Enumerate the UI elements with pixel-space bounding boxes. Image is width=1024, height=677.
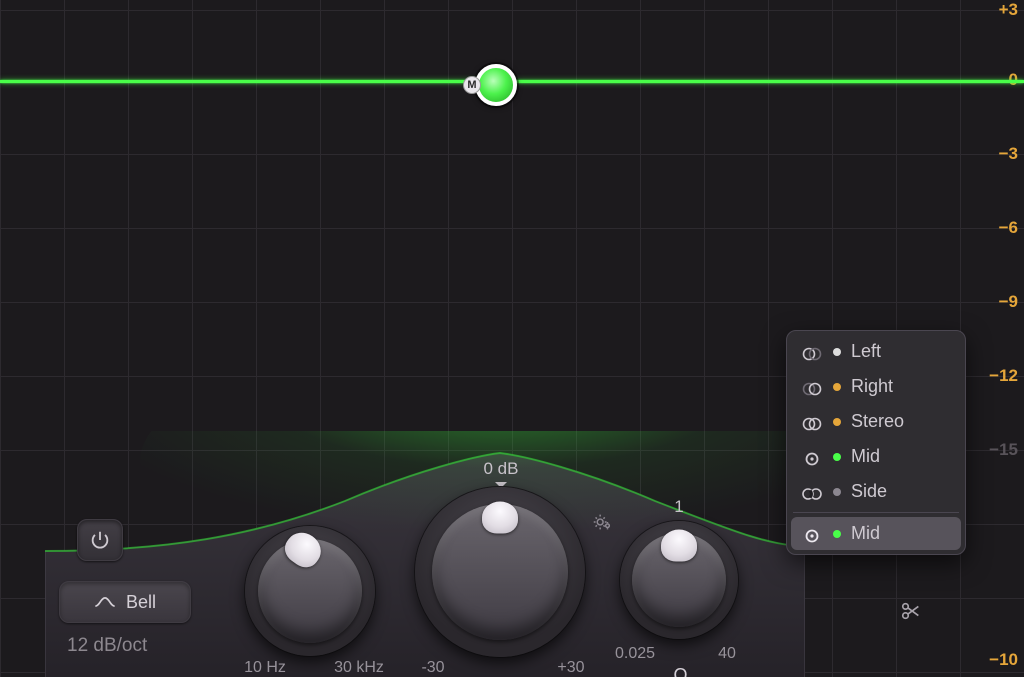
db-label-minus9: −9 bbox=[999, 292, 1018, 312]
db-label-plus3: +3 bbox=[999, 0, 1018, 20]
band-slope-label: 12 dB/oct bbox=[67, 635, 147, 657]
dot-icon bbox=[833, 383, 841, 391]
dot-icon bbox=[833, 453, 841, 461]
db-label-minus12: −12 bbox=[989, 366, 1018, 386]
gear-icon bbox=[591, 511, 613, 533]
q-title: Q bbox=[673, 665, 688, 677]
bell-shape-icon bbox=[94, 591, 116, 613]
freq-max-label: 30 kHz bbox=[334, 659, 384, 677]
db-label-minus15: −15 bbox=[989, 440, 1018, 460]
band-handle[interactable]: M bbox=[475, 64, 517, 106]
q-max-label: 40 bbox=[718, 645, 736, 663]
mid-icon bbox=[801, 527, 823, 541]
scissors-icon bbox=[900, 600, 922, 622]
power-icon bbox=[89, 529, 111, 551]
dot-icon bbox=[833, 348, 841, 356]
db-label-minus3: −3 bbox=[999, 144, 1018, 164]
band-shape-label: Bell bbox=[126, 592, 156, 613]
freq-min-label: 10 Hz bbox=[244, 659, 286, 677]
mid-icon bbox=[801, 450, 823, 464]
stereo-left-icon bbox=[801, 345, 823, 359]
channel-mode-side[interactable]: Side bbox=[791, 475, 961, 508]
band-panel: Bell 12 dB/oct 10 Hz 30 kHz FREQ 0 dB -3… bbox=[45, 431, 805, 677]
dot-icon bbox=[833, 418, 841, 426]
gain-max-label: +30 bbox=[557, 659, 584, 677]
q-knob[interactable] bbox=[620, 521, 738, 639]
menu-separator bbox=[793, 512, 959, 513]
split-band-button[interactable] bbox=[900, 600, 922, 627]
db-label-minus10-cut: −10 bbox=[989, 650, 1018, 670]
dot-icon bbox=[833, 530, 841, 538]
channel-mode-right[interactable]: Right bbox=[791, 370, 961, 403]
side-icon bbox=[801, 485, 823, 499]
channel-mode-menu[interactable]: Left Right Stereo Mid bbox=[786, 330, 966, 555]
stereo-icon bbox=[801, 415, 823, 429]
channel-mode-current[interactable]: Mid bbox=[791, 517, 961, 550]
menu-item-label: Mid bbox=[851, 446, 880, 467]
gain-knob[interactable] bbox=[415, 487, 585, 657]
menu-item-label: Right bbox=[851, 376, 893, 397]
gain-readout: 0 dB bbox=[484, 459, 519, 479]
q-readout: 1 bbox=[674, 497, 683, 517]
q-min-label: 0.025 bbox=[615, 645, 655, 663]
stereo-right-icon bbox=[801, 380, 823, 394]
channel-mode-left[interactable]: Left bbox=[791, 335, 961, 368]
dot-icon bbox=[833, 488, 841, 496]
db-label-minus6: −6 bbox=[999, 218, 1018, 238]
band-power-button[interactable] bbox=[77, 519, 123, 561]
menu-item-label: Side bbox=[851, 481, 887, 502]
menu-item-label: Mid bbox=[851, 523, 880, 544]
freq-knob[interactable] bbox=[245, 526, 375, 656]
channel-mode-mid[interactable]: Mid bbox=[791, 440, 961, 473]
band-shape-button[interactable]: Bell bbox=[59, 581, 191, 623]
band-mode-badge: M bbox=[463, 76, 481, 94]
band-settings-button[interactable] bbox=[591, 511, 613, 538]
gain-min-label: -30 bbox=[421, 659, 444, 677]
menu-item-label: Left bbox=[851, 341, 881, 362]
channel-mode-stereo[interactable]: Stereo bbox=[791, 405, 961, 438]
menu-item-label: Stereo bbox=[851, 411, 904, 432]
